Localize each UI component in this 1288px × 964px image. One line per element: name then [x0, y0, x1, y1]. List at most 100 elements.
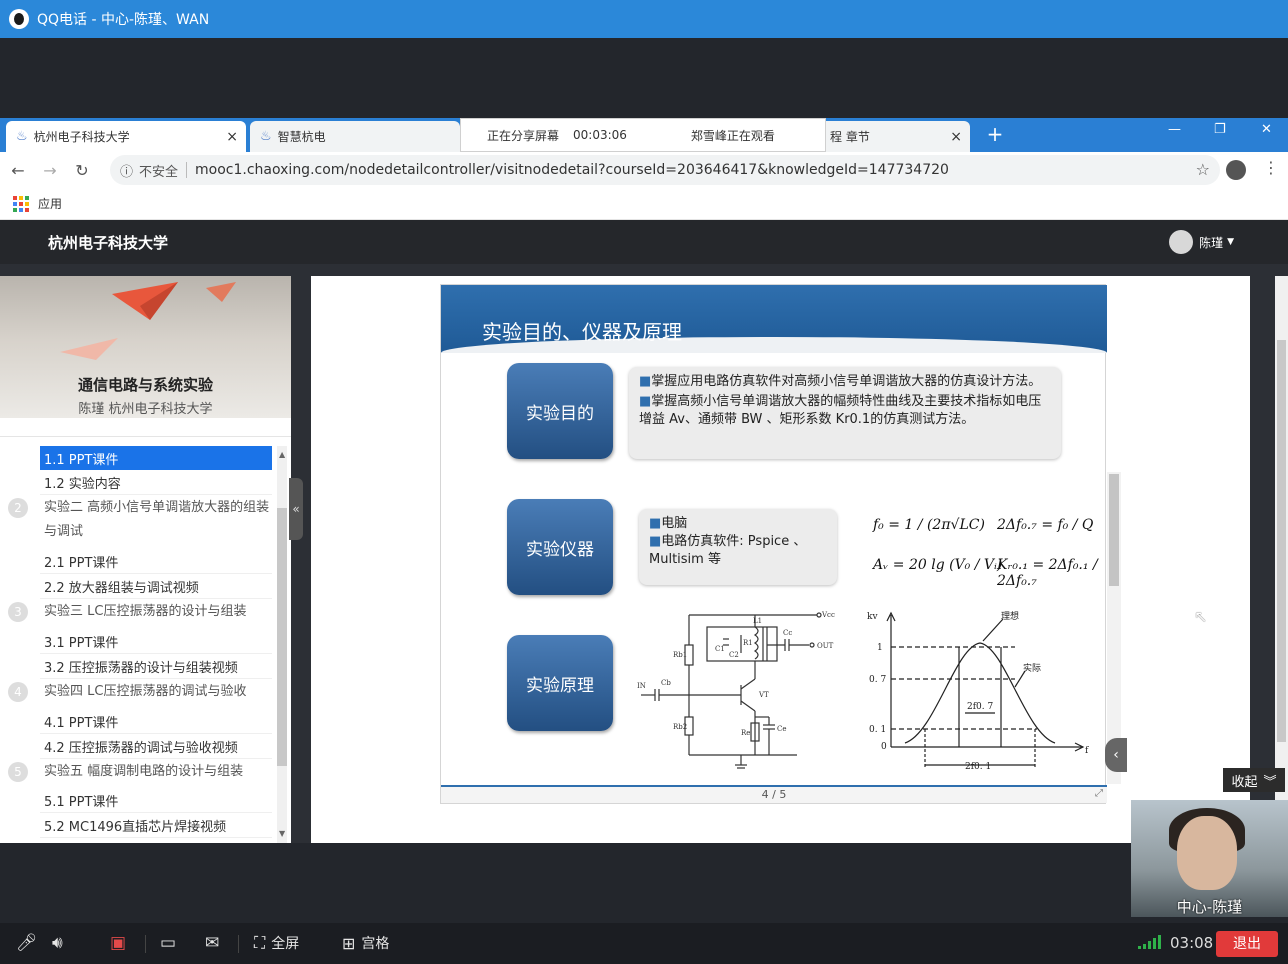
browser-menu-icon[interactable]: ⋮ [1263, 158, 1279, 177]
microphone-icon[interactable]: 🎤︎ [16, 931, 38, 955]
chat-icon[interactable]: ✉ [205, 931, 219, 955]
toolbar-separator [145, 935, 146, 953]
sidebar-item[interactable]: 4.2 压控振荡器的调试与验收视频 [40, 735, 272, 759]
fullscreen-button[interactable]: ⛶ 全屏 [254, 931, 299, 955]
sidebar-item[interactable]: 2.1 PPT课件 [40, 550, 272, 574]
actual-label: 实际 [1023, 662, 1041, 673]
grid-label: 宫格 [361, 936, 390, 952]
sidebar-item[interactable]: 3.2 压控振荡器的设计与组装视频 [40, 655, 272, 679]
grid-view-button[interactable]: ⊞ 宫格 [342, 931, 389, 955]
tab-smart-hdu[interactable]: ♨ 智慧杭电 [250, 121, 460, 152]
tab-hdu[interactable]: ♨ 杭州电子科技大学 × [6, 121, 246, 152]
c2-label: C2 [729, 651, 739, 659]
qq-dark-area [0, 38, 1288, 118]
bw01-label: 2f0. 1 [965, 762, 991, 772]
avatar [1169, 230, 1194, 254]
collapse-sidebar-button[interactable]: « [289, 478, 303, 540]
chapter-header[interactable]: 5 实验五 幅度调制电路的设计与组装 [8, 760, 272, 784]
camera-off-icon[interactable]: ▣ [110, 931, 126, 955]
double-chevron-down-icon: ︾ [1263, 774, 1277, 790]
in-label: IN [637, 682, 646, 690]
chapter-header[interactable]: 3 实验三 LC压控振荡器的设计与组装 [8, 600, 272, 624]
tab-label: 程 章节 [830, 130, 870, 144]
bookmarks-bar: 应用 [0, 188, 1288, 220]
vcc-label: Vcc [821, 611, 835, 619]
sidebar-scroll-thumb[interactable] [277, 508, 287, 766]
instruments-button[interactable]: 实验仪器 [507, 499, 613, 595]
scroll-up-icon[interactable]: ▲ [279, 450, 285, 459]
tab-favicon-icon: ♨ [16, 129, 28, 144]
qq-logo-icon [9, 9, 29, 29]
course-banner [0, 276, 291, 418]
cb-label: Cb [661, 679, 671, 687]
chapter-title: 实验二 高频小信号单调谐放大器的组装与调试 [44, 500, 270, 539]
expand-icon[interactable]: ⤢ [1095, 786, 1103, 801]
url-text[interactable]: mooc1.chaoxing.com/nodedetailcontroller/… [195, 162, 949, 178]
exit-call-button[interactable]: 退出 [1216, 931, 1278, 957]
sidebar-item[interactable]: 3.1 PPT课件 [40, 630, 272, 654]
close-tab-icon[interactable]: × [226, 129, 238, 145]
chapter-title: 实验三 LC压控振荡器的设计与组装 [44, 604, 247, 619]
info-icon[interactable]: ⓘ [120, 161, 133, 180]
restore-icon[interactable]: ❐ [1214, 122, 1226, 137]
forward-icon[interactable]: → [36, 161, 64, 180]
slide-title: 实验目的、仪器及原理 [482, 320, 682, 344]
tab-chapter[interactable]: 程 章节 × [820, 121, 970, 152]
sidebar-item[interactable]: 5.1 PPT课件 [40, 789, 272, 813]
chapter-header[interactable]: 2 实验二 高频小信号单调谐放大器的组装与调试 [8, 496, 272, 544]
tab-label: 智慧杭电 [277, 130, 326, 144]
participant-name: 中心-陈瑾 [1176, 898, 1243, 916]
share-elapsed: 00:03:06 [573, 128, 627, 142]
apps-icon[interactable] [13, 195, 29, 212]
bookmark-star-icon[interactable]: ☆ [1196, 160, 1210, 179]
purpose-button[interactable]: 实验目的 [507, 363, 613, 459]
divider [0, 436, 291, 437]
site-header: 杭州电子科技大学 陈瑾 ▼ [0, 220, 1288, 264]
instrument-line-2: 电路仿真软件: Pspice 、Multisim 等 [649, 534, 807, 567]
user-menu[interactable]: 陈瑾 ▼ [1169, 230, 1234, 254]
tick-1: 1 [877, 643, 883, 653]
signal-strength-icon [1138, 935, 1161, 949]
ideal-label: 理想 [1001, 610, 1019, 621]
new-tab-button[interactable]: + [984, 123, 1006, 145]
sidebar-item[interactable]: 1.2 实验内容 [40, 471, 272, 495]
prev-slide-button[interactable]: ‹ [1105, 738, 1127, 772]
user-name: 陈瑾 [1199, 235, 1224, 250]
screen-share-bar: 正在分享屏幕 00:03:06 郑雪峰正在观看 [460, 118, 826, 152]
reload-icon[interactable]: ↻ [68, 161, 96, 180]
close-window-icon[interactable]: ✕ [1261, 122, 1272, 137]
site-name[interactable]: 杭州电子科技大学 [48, 232, 168, 253]
url-field[interactable]: ⓘ 不安全 mooc1.chaoxing.com/nodedetailcontr… [110, 155, 1220, 185]
share-viewer: 郑雪峰正在观看 [690, 128, 775, 143]
out-label: OUT [817, 642, 834, 650]
apps-label[interactable]: 应用 [38, 195, 62, 212]
chevron-down-icon: ▼ [1227, 237, 1234, 247]
account-icon[interactable] [1226, 160, 1246, 180]
scroll-down-icon[interactable]: ▼ [279, 829, 285, 838]
collapse-video-button[interactable]: 收起 ︾ [1223, 768, 1285, 792]
screen-share-icon[interactable]: ▭ [160, 931, 176, 955]
chapter-header[interactable]: 4 实验四 LC压控振荡器的调试与验收 [8, 680, 272, 704]
slide-scroll-thumb[interactable] [1109, 474, 1119, 586]
sidebar-item[interactable]: 1.1 PPT课件 [40, 446, 272, 470]
l1-label: L1 [753, 617, 762, 625]
speaker-icon[interactable]: 🔊︎ [52, 931, 63, 955]
purpose-line-2: 掌握高频小信号单调谐放大器的幅频特性曲线及主要技术指标如电压增益 Av、通频带 … [639, 394, 1042, 427]
chapter-number-badge: 5 [8, 762, 28, 782]
url-separator [186, 162, 188, 178]
chapter-number-badge: 3 [8, 602, 28, 622]
sidebar-item[interactable]: 4.1 PPT课件 [40, 710, 272, 734]
tick-01: 0. 1 [869, 725, 886, 735]
fullscreen-label: 全屏 [271, 936, 300, 952]
participant-video[interactable]: 中心-陈瑾 [1131, 800, 1288, 917]
close-tab-icon[interactable]: × [950, 129, 962, 145]
back-icon[interactable]: ← [4, 161, 32, 180]
minimize-icon[interactable]: — [1168, 122, 1181, 137]
page-scroll-thumb[interactable] [1277, 340, 1286, 742]
sidebar-item[interactable]: 5.2 MC1496直插芯片焊接视频 [40, 814, 272, 838]
re-label: Re [741, 729, 750, 737]
qq-title-bar: QQ电话 - 中心-陈瑾、WAN [0, 0, 1288, 38]
sidebar-item[interactable]: 2.2 放大器组装与调试视频 [40, 575, 272, 599]
principle-button[interactable]: 实验原理 [507, 635, 613, 731]
tick-07: 0. 7 [869, 675, 886, 685]
